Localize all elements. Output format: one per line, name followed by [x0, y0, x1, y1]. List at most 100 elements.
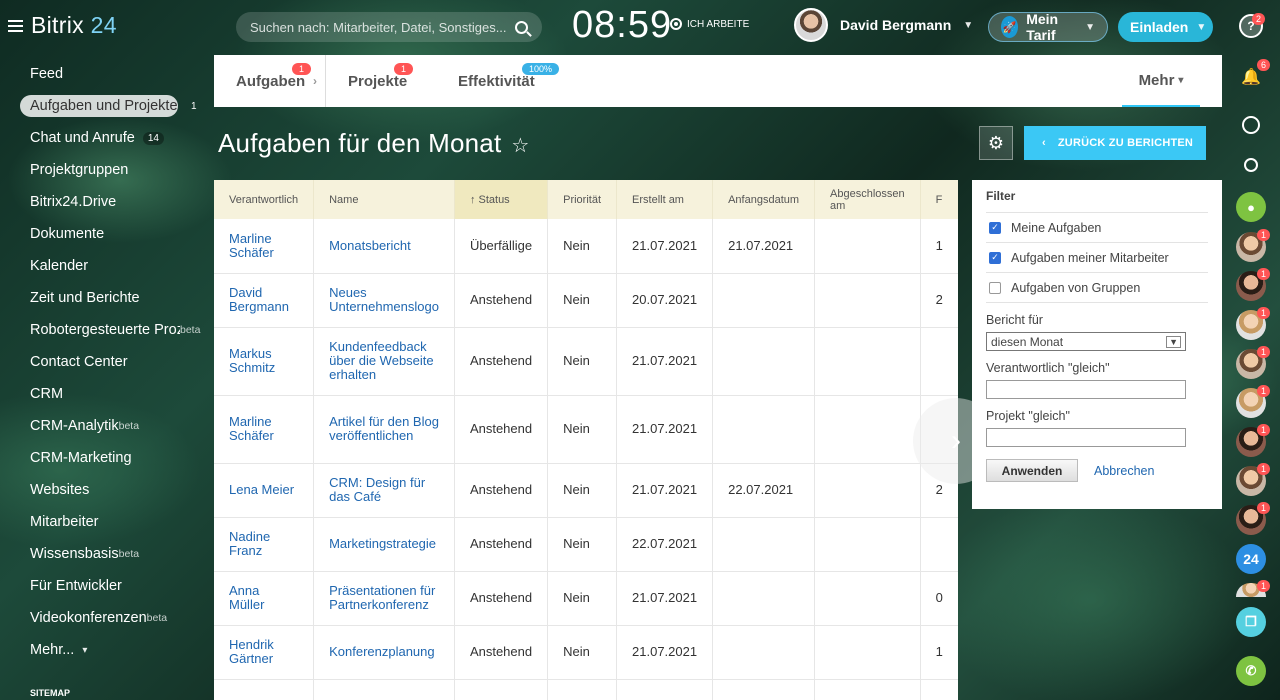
sidebar-item-rpa[interactable]: Robotergesteuerte Prozessebeta — [0, 314, 210, 346]
column-header[interactable]: Verantwortlich — [214, 180, 315, 219]
report-for-select[interactable]: diesen Monat ▼ — [986, 332, 1186, 351]
sidebar-item-tasks[interactable]: Aufgaben und Projekte 1 — [0, 90, 210, 122]
search-input[interactable]: Suchen nach: Mitarbeiter, Datei, Sonstig… — [236, 12, 542, 42]
telephony-button[interactable]: ✆ — [1236, 656, 1266, 686]
contact-avatar[interactable]: 1 — [1236, 502, 1270, 535]
responsible-cell[interactable]: Anna Müller — [214, 571, 315, 626]
column-header[interactable]: Anfangsdatum — [712, 180, 816, 219]
contact-avatar[interactable]: 1 — [1236, 580, 1270, 597]
contact-avatar[interactable]: 1 — [1236, 346, 1270, 379]
task-name-cell[interactable]: Präsentationen für Partnerkonferenz — [313, 571, 455, 626]
apply-button[interactable]: Anwenden — [986, 459, 1078, 482]
table-row[interactable]: Marline Schäfer Monatsbericht Überfällige N… — [214, 219, 958, 274]
table-row[interactable]: Lena Meier CRM: Design für das Café Ansteh… — [214, 463, 958, 518]
responsible-cell[interactable]: Marline Schäfer — [214, 219, 315, 274]
filter-checkbox-staff-tasks[interactable]: ✓ Aufgaben meiner Mitarbeiter — [986, 243, 1208, 273]
column-header[interactable]: Erstellt am — [616, 180, 714, 219]
search-button[interactable] — [1236, 150, 1266, 180]
sidebar-item-crm[interactable]: CRM — [0, 378, 210, 410]
tab-efficiency[interactable]: 100% Effektivität — [436, 55, 560, 107]
checkbox-icon[interactable] — [989, 281, 1001, 294]
task-name-cell[interactable]: Marketingstrategie — [313, 517, 455, 572]
sidebar-item-crm-analytics[interactable]: CRM-Analytik beta — [0, 410, 210, 442]
task-name-cell[interactable]: Konferenzplanung — [313, 625, 455, 680]
task-name-cell[interactable]: Artikel für den Blog veröffentlichen — [313, 395, 455, 464]
checkbox-icon[interactable]: ✓ — [989, 251, 1001, 264]
table-row[interactable]: Nadine Franz Marketingstrategie Anstehend N… — [214, 517, 958, 572]
responsible-cell[interactable]: Hendrik Gärtner — [214, 625, 315, 680]
contact-avatar[interactable]: 1 — [1236, 229, 1270, 262]
column-header[interactable]: Abgeschlossen am — [814, 180, 921, 219]
task-name-cell[interactable]: Neues Unternehmenslogo — [313, 273, 455, 328]
sidebar-item-developers[interactable]: Für Entwickler — [0, 570, 210, 602]
sidebar-item-time-reports[interactable]: Zeit und Berichte — [0, 282, 210, 314]
sidebar-item-video-conferences[interactable]: Videokonferenzen beta — [0, 602, 210, 634]
contact-avatar[interactable]: 1 — [1236, 385, 1270, 418]
column-header-sorted[interactable]: ↑ Status — [454, 180, 549, 219]
contact-avatar[interactable]: 1 — [1236, 307, 1270, 340]
my-profile-button[interactable]: ● — [1236, 192, 1266, 222]
tariff-button[interactable]: 🚀 Mein Tarif ▼ — [988, 11, 1108, 43]
column-header[interactable]: Priorität — [547, 180, 618, 219]
menu-icon[interactable] — [8, 19, 23, 32]
invite-button[interactable]: Einladen ▼ — [1118, 12, 1213, 42]
contact-avatar[interactable]: 1 — [1236, 463, 1270, 496]
tab-projects[interactable]: 1 Projekte — [326, 55, 436, 107]
sidebar-item-workgroups[interactable]: Projektgruppen — [0, 154, 210, 186]
top-tabs: 1 Aufgaben › 1 Projekte 100% Effektivitä… — [214, 55, 1222, 107]
copy-button[interactable]: ❐ — [1236, 607, 1266, 637]
column-header[interactable]: F — [920, 180, 958, 219]
logo[interactable]: Bitrix 24 — [31, 12, 117, 39]
cancel-link[interactable]: Abbrechen — [1094, 464, 1154, 478]
sidebar-item-calendar[interactable]: Kalender — [0, 250, 210, 282]
filter-checkbox-group-tasks[interactable]: Aufgaben von Gruppen — [986, 273, 1208, 303]
sidebar-item-chat[interactable]: Chat und Anrufe 14 — [0, 122, 210, 154]
work-status[interactable]: ICH ARBEITE — [670, 18, 749, 30]
table-cell: 21.07.2021 — [616, 571, 714, 626]
task-name-cell[interactable]: Brand Manager — [313, 679, 455, 700]
sidebar-item-websites[interactable]: Websites — [0, 474, 210, 506]
settings-button[interactable]: ⚙ — [979, 126, 1013, 160]
star-icon[interactable]: ☆ — [511, 135, 529, 157]
task-name-cell[interactable]: Kundenfeedback über die Webseite erhalte… — [313, 327, 455, 396]
responsible-cell[interactable]: Markus Schmitz — [214, 327, 315, 396]
sidebar-item-knowledge-base[interactable]: Wissensbasis beta — [0, 538, 210, 570]
bitrix24-button[interactable]: 24 — [1236, 544, 1266, 574]
sidebar-item-drive[interactable]: Bitrix24.Drive — [0, 186, 210, 218]
notifications-button[interactable]: 🔔 6 — [1236, 59, 1270, 92]
sidebar-item-contact-center[interactable]: Contact Center — [0, 346, 210, 378]
help-button[interactable]: ? 2 — [1239, 13, 1265, 38]
responsible-cell[interactable]: David Bergmann — [214, 273, 315, 328]
table-row[interactable]: Hendrik Gärtner Konferenzplanung Anstehend… — [214, 625, 958, 680]
responsible-cell[interactable] — [214, 679, 315, 700]
responsible-cell[interactable]: Nadine Franz — [214, 517, 315, 572]
task-name-cell[interactable]: Monatsbericht — [313, 219, 455, 274]
user-menu[interactable]: David Bergmann ▼ — [794, 8, 973, 42]
back-to-reports-button[interactable]: ‹ ZURÜCK ZU BERICHTEN — [1024, 126, 1206, 160]
contact-avatar[interactable]: 1 — [1236, 268, 1270, 301]
messenger-button[interactable] — [1236, 110, 1266, 140]
sidebar-item-crm-marketing[interactable]: CRM-Marketing — [0, 442, 210, 474]
table-row[interactable]: Anna Müller Präsentationen für Partnerkon… — [214, 571, 958, 626]
table-row[interactable]: Brand Manager — [214, 679, 958, 700]
table-row[interactable]: Marline Schäfer Artikel für den Blog verö… — [214, 395, 958, 464]
tab-tasks[interactable]: 1 Aufgaben › — [214, 55, 326, 107]
sidebar-item-more[interactable]: Mehr... ▾ — [0, 634, 210, 666]
contact-avatar[interactable]: 1 — [1236, 424, 1270, 457]
filter-checkbox-my-tasks[interactable]: ✓ Meine Aufgaben — [986, 213, 1208, 243]
search-icon[interactable] — [515, 20, 528, 34]
sidebar-item-feed[interactable]: Feed — [0, 58, 210, 90]
sidebar-item-documents[interactable]: Dokumente — [0, 218, 210, 250]
task-name-cell[interactable]: CRM: Design für das Café — [313, 463, 455, 518]
sitemap-link[interactable]: SITEMAP — [30, 688, 70, 698]
table-row[interactable]: David Bergmann Neues Unternehmenslogo Anst… — [214, 273, 958, 328]
responsible-input[interactable] — [986, 380, 1186, 399]
tab-more[interactable]: Mehr ▾ — [1122, 55, 1200, 107]
checkbox-icon[interactable]: ✓ — [989, 221, 1001, 234]
responsible-cell[interactable]: Lena Meier — [214, 463, 315, 518]
table-row[interactable]: Markus Schmitz Kundenfeedback über die We… — [214, 327, 958, 396]
sidebar-item-employees[interactable]: Mitarbeiter — [0, 506, 210, 538]
responsible-cell[interactable]: Marline Schäfer — [214, 395, 315, 464]
project-input[interactable] — [986, 428, 1186, 447]
column-header[interactable]: Name — [313, 180, 455, 219]
